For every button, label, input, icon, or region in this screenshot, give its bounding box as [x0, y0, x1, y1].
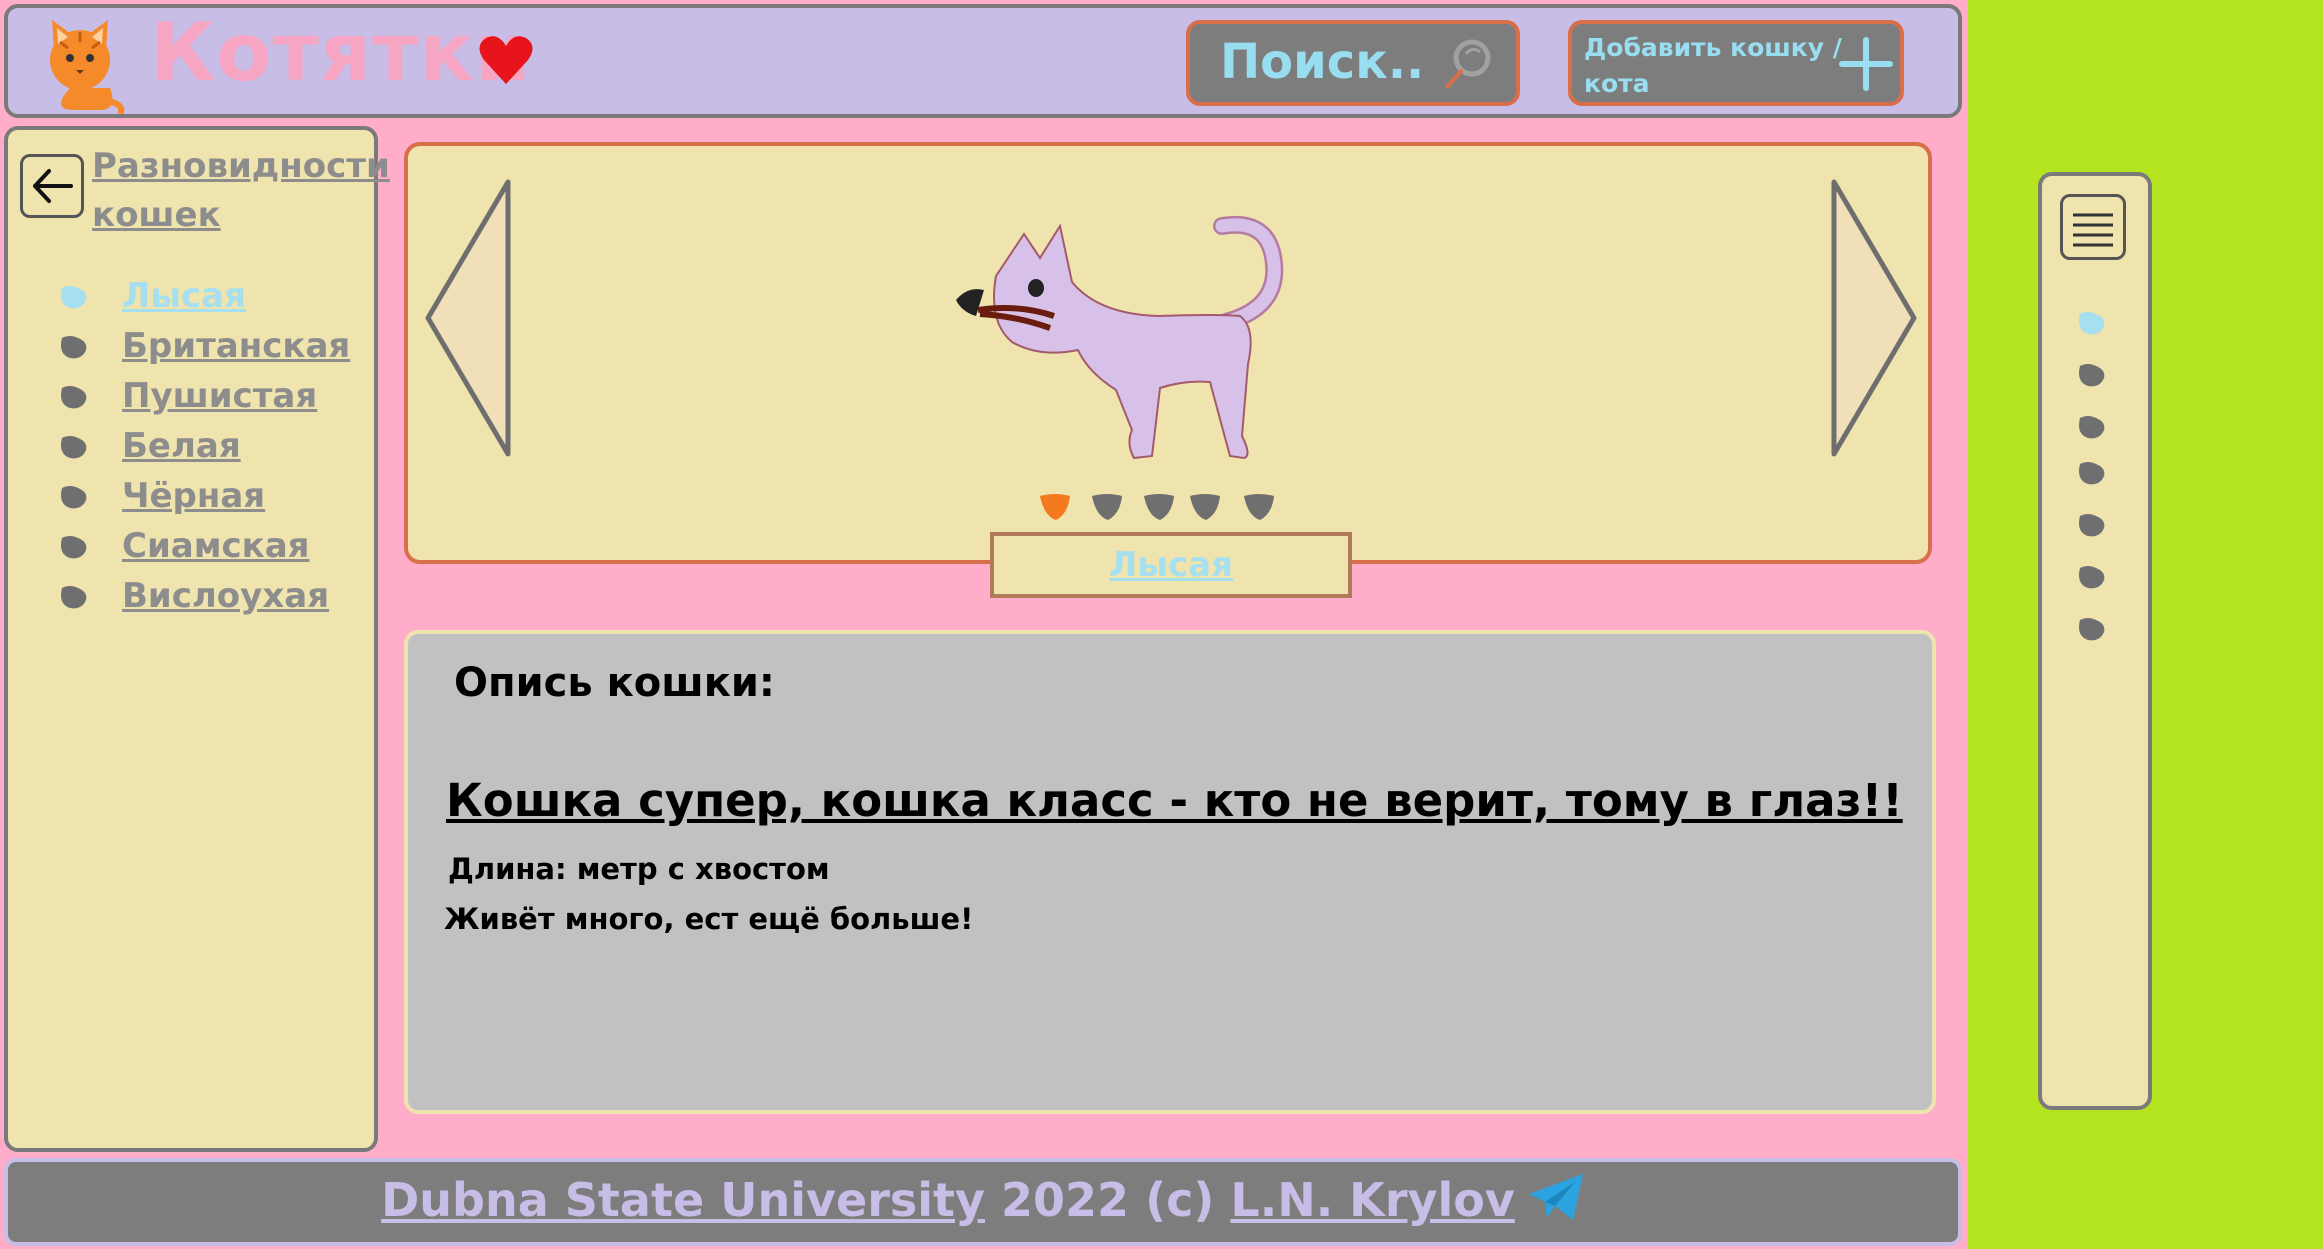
carousel-prev-arrow-icon[interactable]	[418, 178, 518, 458]
nav-dot-3-icon[interactable]	[2076, 414, 2106, 442]
search-box[interactable]: Поиск..	[1186, 20, 1520, 106]
paw-dot-icon	[61, 386, 87, 409]
add-cat-button[interactable]: Добавить кошку / кота	[1568, 20, 1904, 106]
carousel-caption-label[interactable]: Лысая	[1109, 545, 1233, 585]
paw-dot-icon	[61, 586, 87, 609]
carousel-next-arrow-icon[interactable]	[1824, 178, 1924, 458]
search-icon[interactable]	[1440, 36, 1498, 94]
sidebar-item-label[interactable]: Чёрная	[122, 472, 265, 520]
paw-dot-icon	[61, 486, 87, 509]
right-nav-panel	[2038, 172, 2152, 1110]
sidebar-item-label[interactable]: Вислоухая	[122, 572, 329, 620]
university-link[interactable]: Dubna State University	[381, 1173, 985, 1227]
sidebar-item-label[interactable]: Белая	[122, 422, 241, 470]
author-link[interactable]: L.N. Krylov	[1230, 1173, 1514, 1227]
menu-button[interactable]	[2060, 194, 2126, 260]
nav-dot-2-icon[interactable]	[2076, 362, 2106, 390]
arrow-left-icon	[33, 169, 73, 203]
sidebar-title[interactable]: Разновидности кошек	[92, 142, 390, 240]
carousel-dot-3-icon[interactable]	[1144, 494, 1174, 522]
footer-text: Dubna State University 2022 (c) L.N. Kry…	[8, 1172, 1958, 1227]
carousel-dot-2-icon[interactable]	[1092, 494, 1122, 522]
carousel-dot-4-icon[interactable]	[1190, 494, 1220, 522]
nav-dot-7-icon[interactable]	[2076, 616, 2106, 644]
heart-icon	[479, 36, 533, 84]
plus-icon	[1839, 37, 1893, 91]
nav-dot-4-icon[interactable]	[2076, 460, 2106, 488]
back-button[interactable]	[20, 154, 84, 218]
hamburger-menu-icon	[2073, 213, 2113, 247]
description-length: Длина: метр с хвостом	[448, 852, 830, 886]
sidebar-item-label[interactable]: Сиамская	[122, 522, 310, 570]
header: Котятки Поиск.. Добавить кошку / кота	[4, 4, 1962, 118]
image-carousel	[404, 142, 1932, 564]
cat-illustration	[956, 215, 1284, 460]
paw-dot-icon	[61, 536, 87, 559]
site-title: Котятки	[150, 6, 532, 99]
carousel-dot-1-icon[interactable]	[1040, 494, 1070, 522]
sidebar-item-label[interactable]: Лысая	[122, 272, 246, 320]
footer: Dubna State University 2022 (c) L.N. Kry…	[4, 1158, 1962, 1246]
description-panel: Опись кошки: Кошка супер, кошка класс - …	[404, 630, 1936, 1114]
sidebar-item-label[interactable]: Пушистая	[122, 372, 317, 420]
nav-dot-1-icon[interactable]	[2076, 310, 2106, 338]
nav-dot-6-icon[interactable]	[2076, 564, 2106, 592]
carousel-caption: Лысая	[990, 532, 1352, 598]
paw-dot-icon	[61, 436, 87, 459]
paw-dot-icon	[61, 286, 87, 309]
add-cat-label: Добавить кошку / кота	[1584, 33, 1842, 98]
nav-dot-5-icon[interactable]	[2076, 512, 2106, 540]
cat-logo-icon	[50, 20, 125, 114]
page: Котятки Поиск.. Добавить кошку / кота Ра	[0, 0, 1968, 1249]
footer-year: 2022 (c)	[985, 1173, 1231, 1227]
carousel-dots	[1040, 494, 1300, 524]
paw-dot-icon	[61, 336, 87, 359]
description-lifestyle: Живёт много, ест ещё больше!	[444, 902, 974, 936]
sidebar: Разновидности кошек Лысая Британская Пуш…	[4, 126, 390, 1152]
description-slogan: Кошка супер, кошка класс - кто не верит,…	[446, 774, 1903, 827]
sidebar-item-label[interactable]: Британская	[122, 322, 350, 370]
search-input[interactable]: Поиск..	[1220, 34, 1424, 90]
carousel-dot-5-icon[interactable]	[1244, 494, 1274, 522]
telegram-icon[interactable]	[1527, 1172, 1585, 1222]
description-heading: Опись кошки:	[454, 660, 775, 706]
